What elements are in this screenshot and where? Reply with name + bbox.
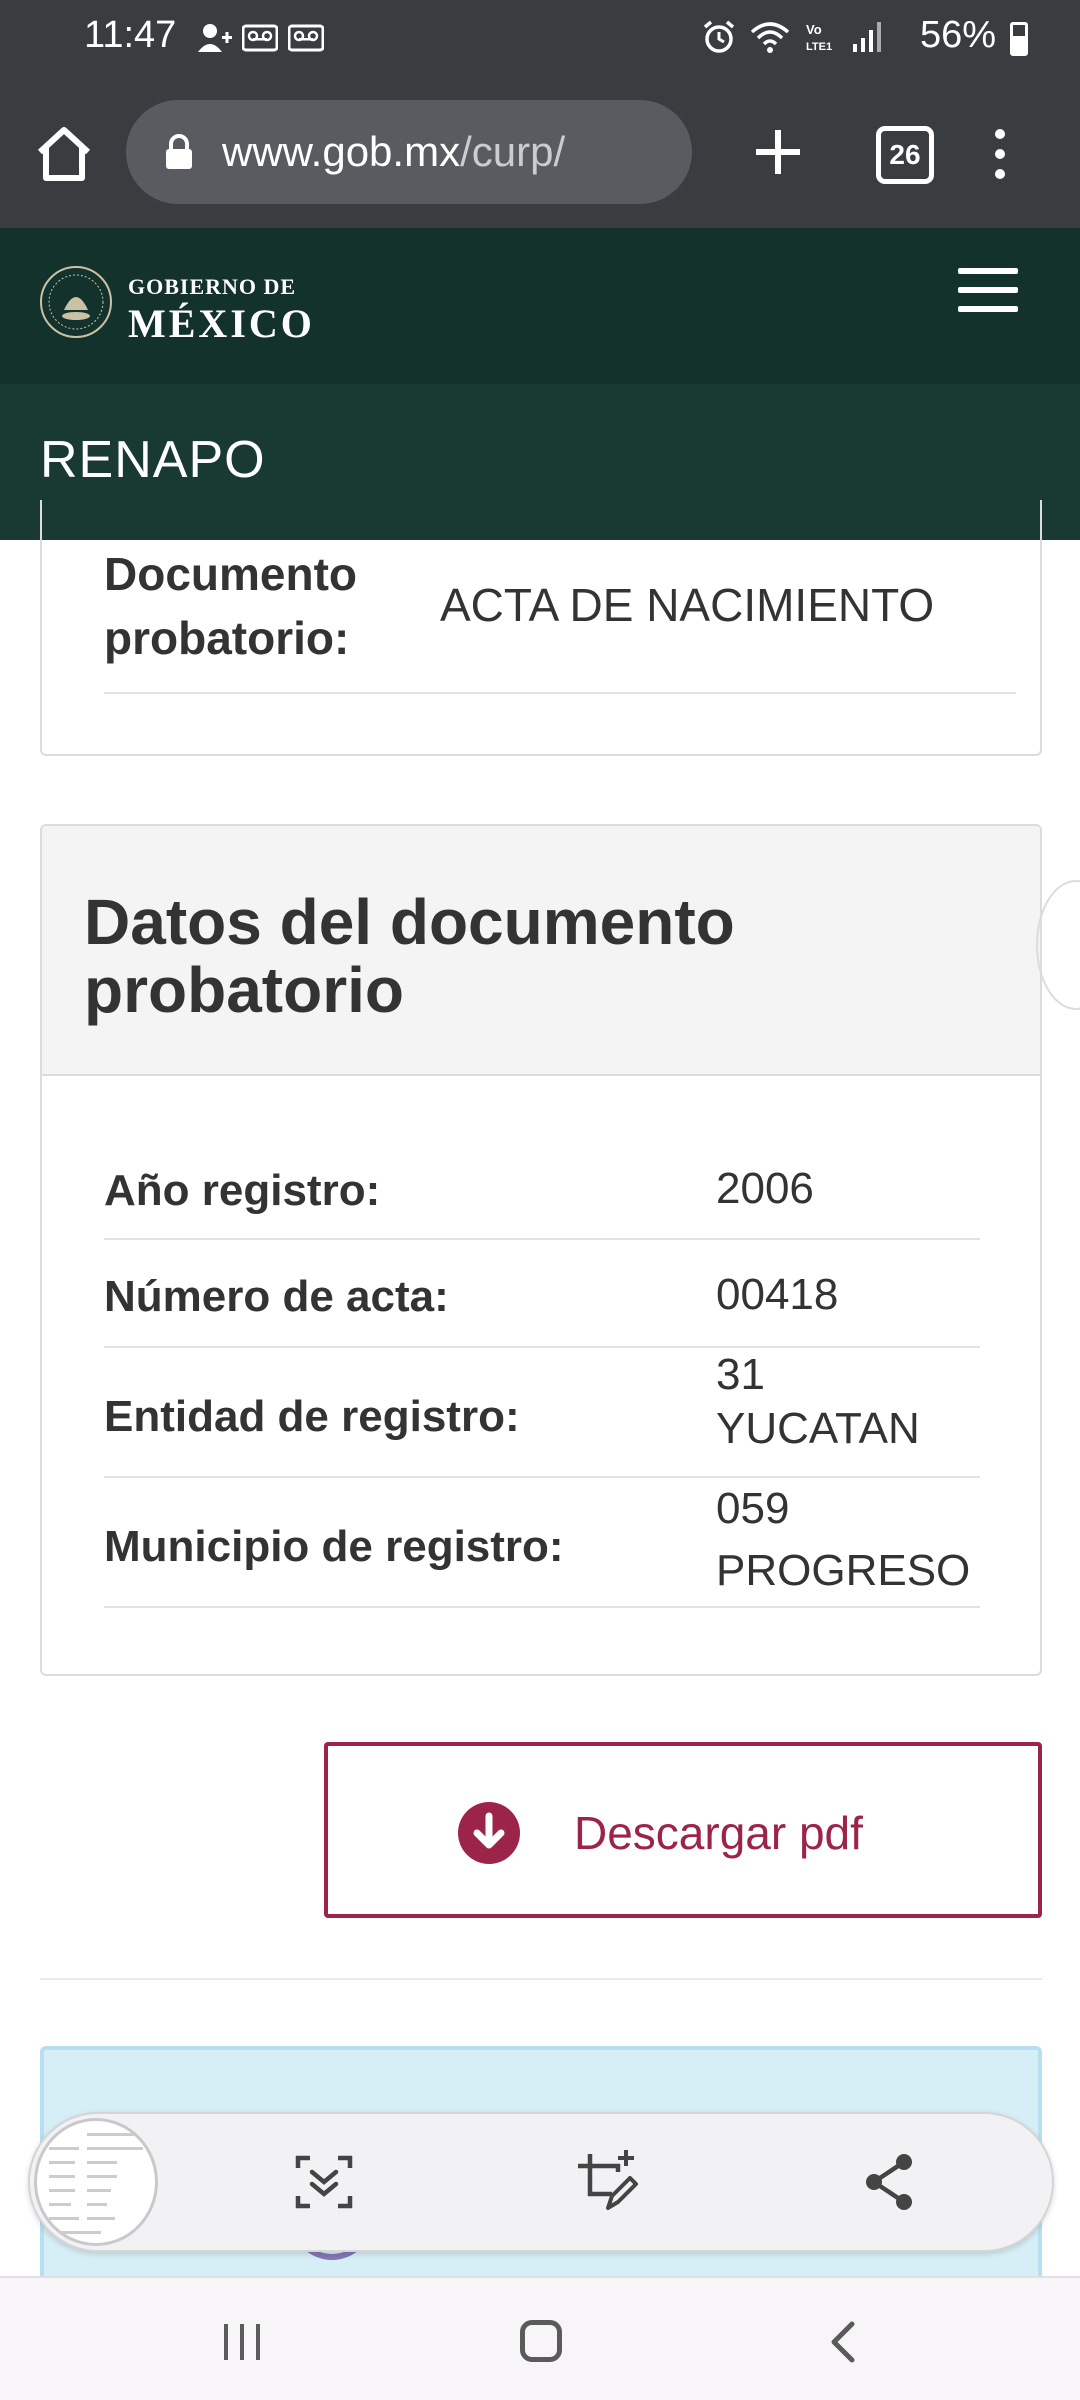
mexico-seal-logo[interactable] <box>38 264 114 340</box>
new-tab-icon[interactable] <box>748 122 808 182</box>
side-scroll-handle[interactable] <box>1036 880 1080 1010</box>
details-card-header: Datos del documento probatorio <box>42 826 1040 1076</box>
detail-value: 00418 <box>716 1270 839 1319</box>
svg-text:Vo: Vo <box>806 22 822 37</box>
nav-home-icon[interactable] <box>520 2320 562 2362</box>
volte-icon: Vo LTE1 <box>806 22 832 53</box>
voicemail-icon <box>242 24 278 52</box>
tab-switcher-button[interactable]: 26 <box>876 126 934 184</box>
back-icon[interactable] <box>828 2320 856 2364</box>
more-options-icon[interactable] <box>990 126 1010 182</box>
divider <box>40 1978 1042 1980</box>
browser-toolbar: www.gob.mx/curp/ 26 <box>0 76 1080 228</box>
system-icons: Vo LTE1 <box>702 20 884 54</box>
url-path: /curp/ <box>460 128 566 175</box>
detail-row: Municipio de registro: 059 PROGRESO <box>104 1478 980 1608</box>
divider <box>104 692 1016 694</box>
detail-label: Entidad de registro: <box>104 1392 520 1441</box>
crop-edit-icon[interactable] <box>572 2148 640 2216</box>
detail-row: Año registro: 2006 <box>104 1134 980 1240</box>
detail-value: 059 PROGRESO <box>716 1484 971 1595</box>
system-nav-bar <box>0 2276 1080 2400</box>
detail-label: Municipio de registro: <box>104 1522 564 1571</box>
lock-icon <box>166 134 192 169</box>
status-bar: 11:47 Vo LTE1 56% <box>0 0 1080 76</box>
details-card: Datos del documento probatorio Año regis… <box>40 824 1042 1676</box>
site-header: GOBIERNO DE MÉXICO <box>0 228 1080 384</box>
document-value: ACTA DE NACIMIENTO <box>440 579 935 631</box>
download-icon <box>458 1802 520 1864</box>
detail-label: Año registro: <box>104 1166 381 1215</box>
alarm-icon <box>703 20 735 53</box>
svg-text:LTE1: LTE1 <box>806 41 832 53</box>
details-title: Datos del documento probatorio <box>84 886 735 1026</box>
document-label: Documento probatorio: <box>104 548 357 664</box>
signal-icon <box>853 22 881 52</box>
detail-value: 2006 <box>716 1164 814 1213</box>
home-icon[interactable] <box>32 122 96 186</box>
voicemail-icon <box>288 24 324 52</box>
detail-row: Número de acta: 00418 <box>104 1240 980 1348</box>
status-time: 11:47 <box>84 14 177 56</box>
screenshot-toolbar <box>28 2112 1054 2252</box>
address-bar[interactable]: www.gob.mx/curp/ <box>126 100 692 204</box>
download-pdf-button[interactable]: Descargar pdf <box>324 1742 1042 1918</box>
person-add-icon <box>198 24 232 52</box>
section-title: RENAPO <box>40 431 266 489</box>
wifi-icon <box>750 22 790 53</box>
screenshot-thumbnail[interactable] <box>34 2118 158 2246</box>
url-domain: www.gob.mx <box>222 128 461 175</box>
share-icon[interactable] <box>856 2148 924 2216</box>
battery-icon <box>1010 22 1028 56</box>
detail-row: Entidad de registro: 31 YUCATAN <box>104 1348 980 1478</box>
logo-big-text: MÉXICO <box>128 301 315 346</box>
hamburger-menu-icon[interactable] <box>958 268 1018 312</box>
recent-apps-icon[interactable] <box>222 2322 262 2362</box>
detail-label: Número de acta: <box>104 1272 449 1321</box>
download-label: Descargar pdf <box>574 1807 863 1859</box>
detail-value: 31 YUCATAN <box>716 1350 920 1453</box>
battery-percent: 56% <box>919 14 996 56</box>
url-text: www.gob.mx/curp/ <box>222 128 565 176</box>
logo-small-text: GOBIERNO DE <box>128 274 297 299</box>
scroll-capture-icon[interactable] <box>290 2148 358 2216</box>
notification-icons <box>196 22 324 54</box>
